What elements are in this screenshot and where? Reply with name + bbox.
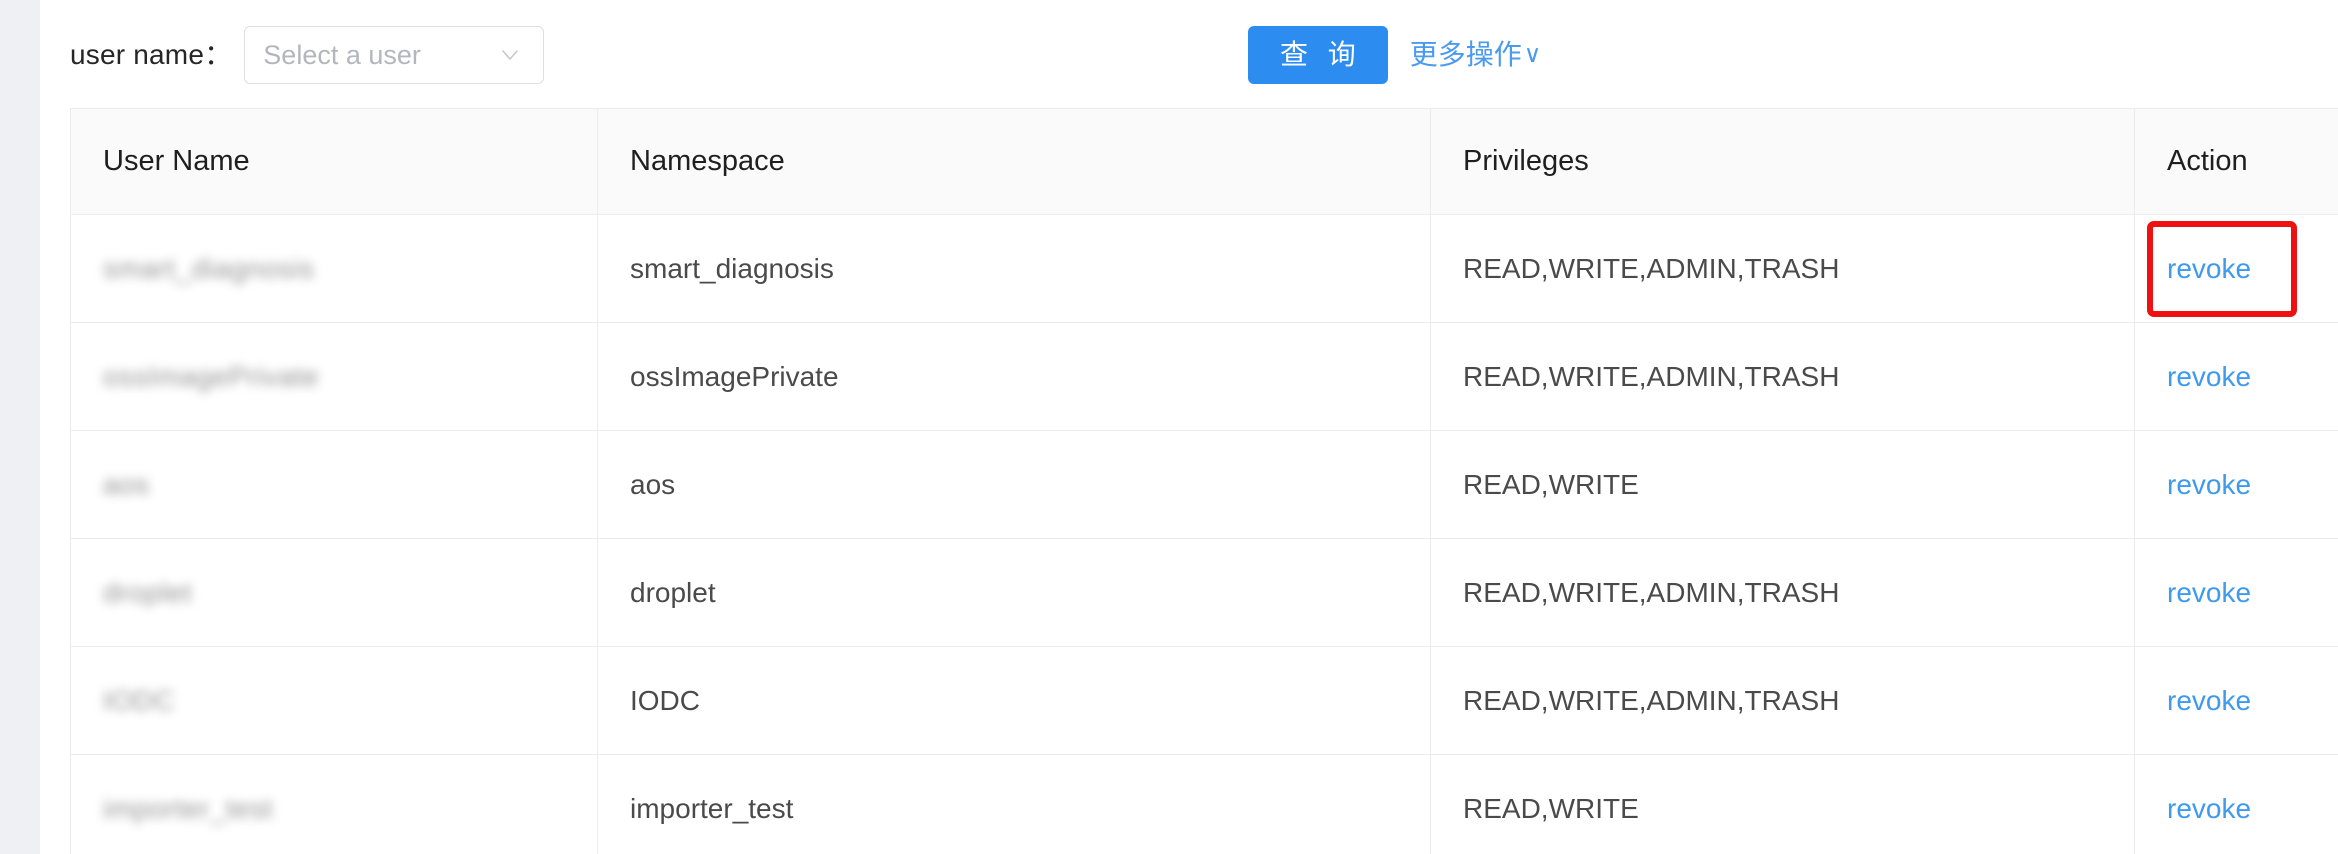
user-name-value: ossImagePrivate [103, 360, 320, 392]
user-name-value: IODC [103, 684, 175, 716]
table-row: droplet droplet READ,WRITE,ADMIN,TRASH revo… [70, 538, 2338, 647]
user-select[interactable]: Select a user [244, 26, 545, 84]
cell-privileges: READ,WRITE,ADMIN,TRASH [1430, 646, 2135, 755]
revoke-link[interactable]: revoke [2167, 578, 2251, 607]
query-button[interactable]: 查 询 [1248, 26, 1388, 84]
cell-action: revoke [2134, 214, 2338, 323]
table-row: ossImagePrivate ossImagePrivate READ,WRITE… [70, 322, 2338, 431]
cell-action: revoke [2134, 430, 2338, 539]
chevron-down-icon: ∨ [1523, 41, 1542, 68]
more-actions-label: 更多操作 [1409, 39, 1522, 70]
cell-privileges: READ,WRITE,ADMIN,TRASH [1430, 322, 2135, 431]
cell-action: revoke [2134, 646, 2338, 755]
revoke-link[interactable]: revoke [2167, 254, 2251, 283]
table-header: User Name Namespace Privileges Action [70, 108, 2338, 215]
revoke-link[interactable]: revoke [2167, 686, 2251, 715]
privileges-table: User Name Namespace Privileges Action sm… [70, 108, 2338, 854]
cell-action: revoke [2134, 538, 2338, 647]
page-root: user name： Select a user 查 询 更多操作 ∨ User… [0, 0, 2338, 854]
column-header-user-name: User Name [70, 108, 598, 215]
toolbar-actions: 查 询 更多操作 ∨ [1248, 26, 1541, 84]
user-name-label: user name： [70, 39, 233, 70]
cell-user-name: aos [70, 430, 598, 539]
more-actions-link[interactable]: 更多操作 ∨ [1410, 41, 1542, 69]
cell-user-name: droplet [70, 538, 598, 647]
column-header-namespace: Namespace [597, 108, 1431, 215]
cell-namespace: importer_test [597, 754, 1431, 854]
cell-namespace: IODC [597, 646, 1431, 755]
cell-privileges: READ,WRITE,ADMIN,TRASH [1430, 538, 2135, 647]
table-row: importer_test importer_test READ,WRITE revo… [70, 754, 2338, 854]
cell-action: revoke [2134, 322, 2338, 431]
content-panel: user name： Select a user 查 询 更多操作 ∨ User… [40, 0, 2338, 854]
table-header-row: User Name Namespace Privileges Action [70, 108, 2338, 215]
revoke-link[interactable]: revoke [2167, 794, 2251, 823]
chevron-down-icon [499, 44, 521, 66]
cell-privileges: READ,WRITE [1430, 754, 2135, 854]
cell-namespace: aos [597, 430, 1431, 539]
user-name-value: aos [103, 468, 150, 500]
cell-user-name: ossImagePrivate [70, 322, 598, 431]
cell-privileges: READ,WRITE [1430, 430, 2135, 539]
table-row: aos aos READ,WRITE revoke [70, 430, 2338, 539]
user-name-value: droplet [103, 576, 193, 608]
user-name-value: importer_test [103, 792, 273, 824]
column-header-action: Action [2134, 108, 2338, 215]
cell-namespace: droplet [597, 538, 1431, 647]
cell-user-name: smart_diagnosis [70, 214, 598, 323]
cell-privileges: READ,WRITE,ADMIN,TRASH [1430, 214, 2135, 323]
table-row: smart_diagnosis smart_diagnosis READ,WRITE… [70, 214, 2338, 323]
table-row: IODC IODC READ,WRITE,ADMIN,TRASH revoke [70, 646, 2338, 755]
table-body: smart_diagnosis smart_diagnosis READ,WRITE… [70, 214, 2338, 854]
cell-namespace: ossImagePrivate [597, 322, 1431, 431]
revoke-link[interactable]: revoke [2167, 470, 2251, 499]
column-header-privileges: Privileges [1430, 108, 2135, 215]
cell-action: revoke [2134, 754, 2338, 854]
revoke-link[interactable]: revoke [2167, 362, 2251, 391]
cell-user-name: IODC [70, 646, 598, 755]
cell-namespace: smart_diagnosis [597, 214, 1431, 323]
user-select-placeholder: Select a user [263, 39, 421, 70]
filter-toolbar: user name： Select a user 查 询 更多操作 ∨ [40, 0, 2338, 108]
user-name-value: smart_diagnosis [103, 252, 315, 284]
user-name-filter: user name： Select a user [70, 26, 545, 84]
cell-user-name: importer_test [70, 754, 598, 854]
